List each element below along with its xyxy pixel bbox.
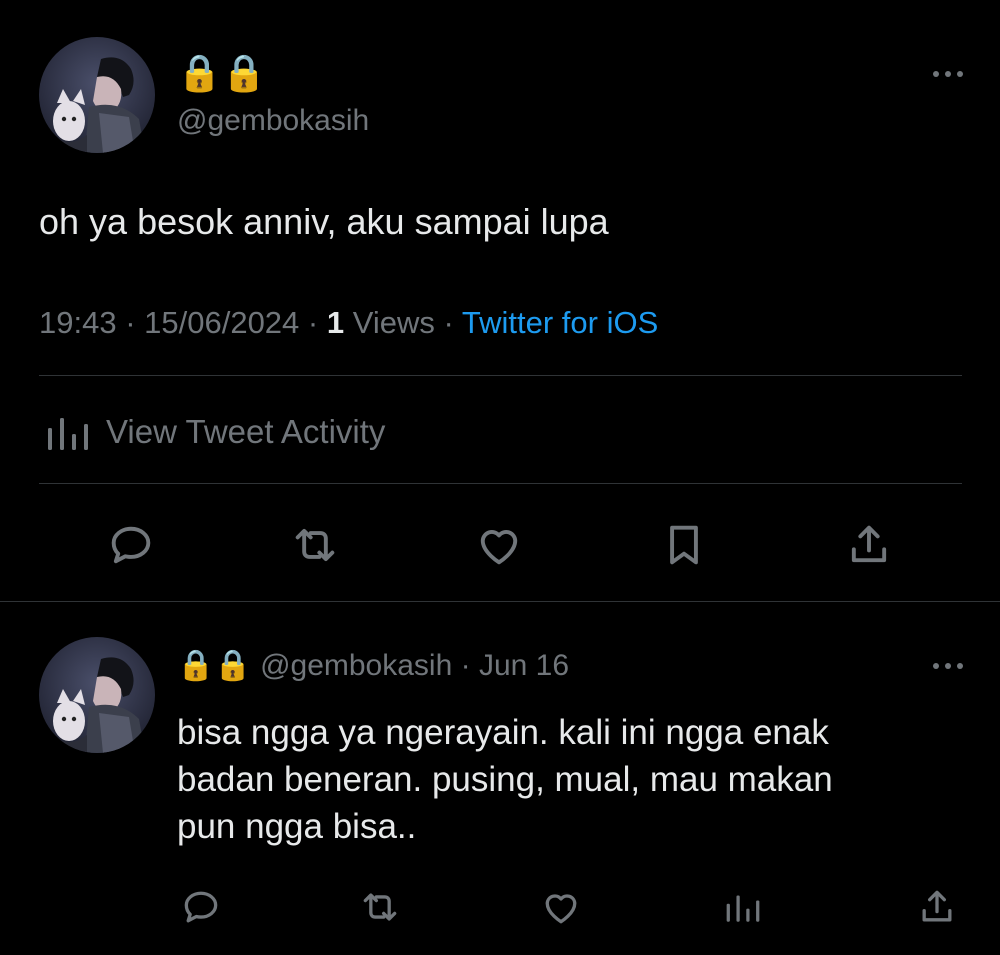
more-icon [933, 663, 963, 669]
tweet-date[interactable]: 15/06/2024 [144, 305, 299, 340]
avatar[interactable] [39, 37, 155, 153]
view-tweet-activity-button[interactable]: View Tweet Activity [46, 410, 385, 454]
retweet-icon [295, 528, 335, 562]
reply-reply-button[interactable] [178, 884, 224, 930]
like-button[interactable] [471, 517, 527, 573]
divider [39, 375, 962, 376]
views-count: 1 [326, 305, 345, 340]
tweet-meta: 19:43 · 15/06/2024 · 1 Views · Twitter f… [39, 305, 658, 341]
reply-button[interactable] [103, 517, 159, 573]
reply-text-line: pun ngga bisa.. [177, 807, 417, 846]
reply-icon [111, 526, 151, 564]
reply-text: bisa ngga ya ngerayain. kali ini ngga en… [177, 709, 977, 850]
reply-text-line: bisa ngga ya ngerayain. kali ini ngga en… [177, 713, 829, 752]
analytics-icon [48, 418, 88, 450]
reply-like-button[interactable] [538, 884, 584, 930]
view-tweet-activity-label: View Tweet Activity [106, 413, 386, 450]
reply-more-options-button[interactable] [928, 656, 968, 676]
username-handle[interactable]: @gembokasih [177, 104, 369, 138]
reply-header: 🔒🔒 @gembokasih · Jun 16 [177, 648, 569, 684]
reply-views-button[interactable] [720, 884, 766, 930]
separator-dot: · [443, 305, 462, 340]
tweet-time[interactable]: 19:43 [39, 305, 117, 340]
share-icon [922, 890, 952, 922]
reply-avatar[interactable] [39, 637, 155, 753]
reply-display-name[interactable]: 🔒🔒 [177, 649, 252, 682]
share-icon [851, 525, 887, 563]
like-icon [545, 894, 577, 924]
reply-retweet-button[interactable] [357, 884, 403, 930]
reply-handle[interactable]: @gembokasih [260, 649, 452, 682]
bookmark-button[interactable] [656, 517, 712, 573]
share-button[interactable] [841, 517, 897, 573]
retweet-icon [363, 893, 397, 921]
views-icon [726, 895, 760, 922]
bookmark-icon [670, 525, 698, 565]
separator-dot: · [307, 305, 327, 340]
separator-dot: · [125, 305, 145, 340]
separator-dot: · [460, 649, 479, 682]
more-icon [933, 71, 963, 77]
tweet-source-link[interactable]: Twitter for iOS [462, 305, 658, 340]
retweet-button[interactable] [287, 517, 343, 573]
like-icon [480, 530, 518, 565]
reply-date[interactable]: Jun 16 [479, 649, 569, 682]
display-name[interactable]: 🔒🔒 [177, 55, 267, 91]
tweet-text: oh ya besok anniv, aku sampai lupa [39, 201, 609, 242]
reply-icon [184, 891, 218, 923]
section-divider [0, 601, 1000, 602]
divider [39, 483, 962, 484]
reply-share-button[interactable] [914, 884, 960, 930]
views-label: Views [352, 305, 435, 340]
reply-text-line: badan beneran. pusing, mual, mau makan [177, 760, 833, 799]
more-options-button[interactable] [928, 64, 968, 84]
